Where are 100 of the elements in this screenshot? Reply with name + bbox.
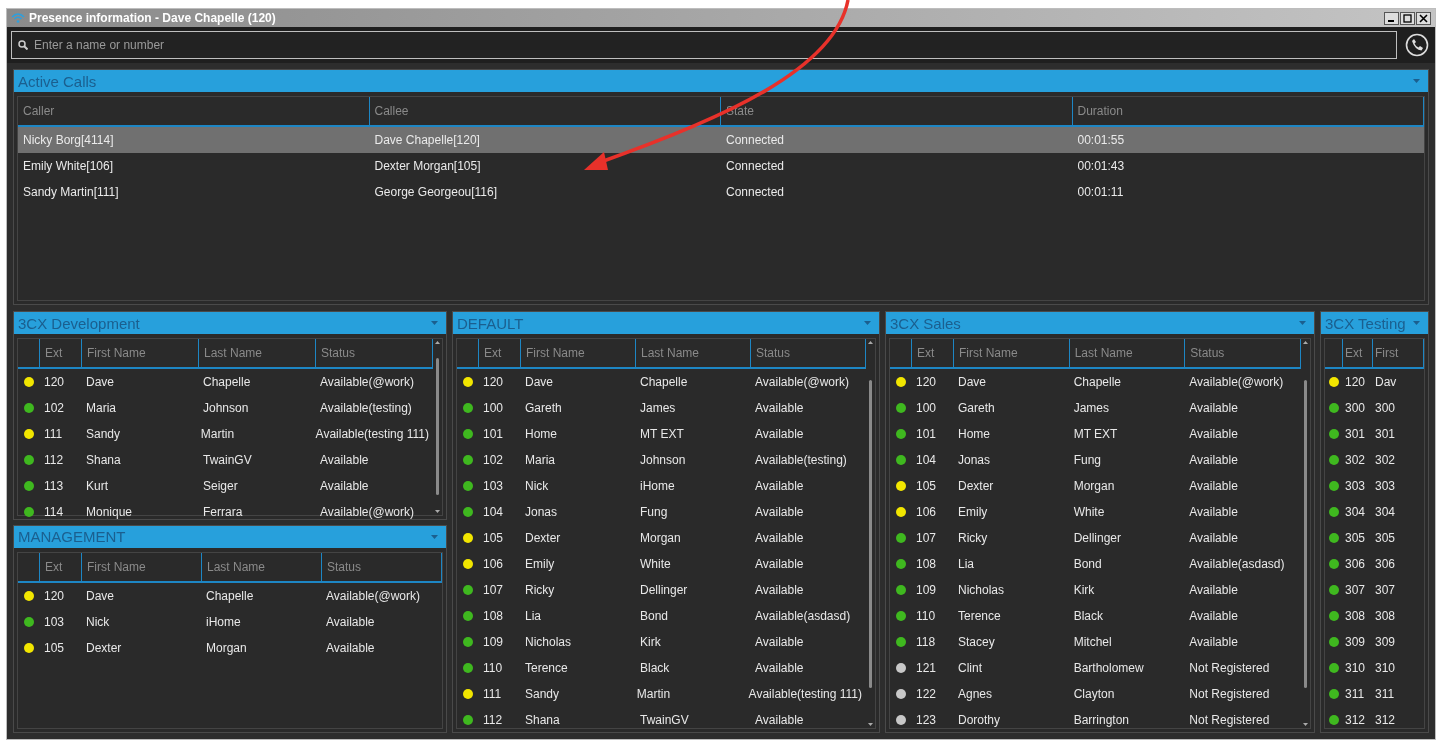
table-cell-text: Available <box>754 660 805 677</box>
table-cell-text: 113 <box>43 478 65 495</box>
column-header[interactable]: Status <box>322 552 442 581</box>
column-header[interactable]: Ext <box>40 552 82 581</box>
table-cell-text: Connected <box>725 158 786 175</box>
table-cell-text: Terence <box>957 608 1002 625</box>
table-cell-text: Terence <box>524 660 569 677</box>
table-cell-text: 308 <box>1374 608 1397 625</box>
active-calls-header[interactable]: Active Calls <box>14 70 1428 92</box>
table-cell-text: Available <box>1188 452 1239 469</box>
group-header[interactable]: 3CX Development <box>14 312 446 334</box>
maximize-icon[interactable] <box>1400 11 1415 25</box>
scroll-down-icon[interactable] <box>1303 723 1308 726</box>
table-cell-text: Mitchel <box>1072 634 1113 651</box>
table-cell-text: Chapelle <box>639 374 689 391</box>
table-cell-text: Lia <box>957 556 975 573</box>
column-header[interactable]: First <box>1373 339 1424 367</box>
table-cell-text: 108 <box>482 608 505 625</box>
table-cell-text: Maria <box>524 452 556 469</box>
minimize-icon[interactable] <box>1384 11 1399 25</box>
table-cell-text: Available <box>325 613 376 631</box>
column-header[interactable]: First Name <box>82 339 199 367</box>
table-cell-text: Available <box>1188 400 1239 417</box>
search-icon <box>18 40 28 50</box>
column-header[interactable]: Last Name <box>199 339 316 367</box>
table-cell-text: 302 <box>1374 452 1397 469</box>
table-cell-text: Bartholomew <box>1072 660 1145 677</box>
group-header[interactable]: 3CX Sales <box>886 312 1314 334</box>
table-cell-text: Lia <box>524 608 542 625</box>
table-cell-text: Maria <box>85 400 117 417</box>
table-cell-text: 308 <box>1344 608 1367 625</box>
table-cell-text: Sandy <box>524 686 561 703</box>
call-row[interactable]: Emily White[106] Dexter Morgan[105] Connected 00:01:43 <box>18 153 1424 179</box>
caret-icon <box>864 321 871 325</box>
scroll-up-icon[interactable] <box>868 341 873 344</box>
column-header[interactable]: Ext <box>40 339 82 367</box>
column-header[interactable]: Ext <box>912 339 954 367</box>
table-cell-text: Connected <box>725 184 786 201</box>
group-header[interactable]: 3CX Testing <box>1321 312 1428 334</box>
table-cell-text: Monique <box>85 504 134 519</box>
table-cell-text: Available <box>319 478 370 495</box>
table-cell-text: Available <box>754 634 805 651</box>
table-cell-text: TwainGV <box>639 712 690 729</box>
table-cell-text: Available <box>754 400 805 417</box>
column-header[interactable]: Status <box>1185 339 1301 367</box>
table-cell-text: Available(testing 111) <box>747 686 863 703</box>
table-cell-text: Shana <box>85 452 122 469</box>
table-cell-text: Fung <box>639 504 669 521</box>
table-cell-text: Nicholas <box>957 582 1006 599</box>
search-field[interactable]: Enter a name or number <box>11 31 1397 59</box>
table-cell-text: iHome <box>639 478 676 495</box>
column-header[interactable]: Last Name <box>1069 339 1186 367</box>
table-cell-text: 107 <box>482 582 505 599</box>
column-header[interactable]: First Name <box>954 339 1070 367</box>
scrollbar[interactable] <box>433 339 442 515</box>
wifi-icon <box>11 13 25 23</box>
table-cell-text: 120 <box>43 587 66 605</box>
table-cell-text: MT EXT <box>639 426 685 443</box>
column-header[interactable]: Ext <box>479 339 521 367</box>
table-cell-text: 123 <box>915 712 938 729</box>
column-header[interactable]: Status <box>751 339 866 367</box>
column-header[interactable]: Status <box>316 339 433 367</box>
table-cell-text: 114 <box>43 504 65 519</box>
group-header[interactable]: MANAGEMENT <box>14 525 446 548</box>
scrollbar[interactable] <box>1301 339 1310 728</box>
table-cell-text: Dave <box>85 374 115 391</box>
table-cell-text: Bond <box>639 608 670 625</box>
column-header[interactable]: Callee <box>369 97 721 125</box>
table-cell-text: Emily White[106] <box>22 158 115 175</box>
table-cell-text: Available <box>754 530 805 547</box>
scrollbar[interactable] <box>866 339 875 728</box>
table-cell-text: 104 <box>915 452 938 469</box>
column-header[interactable]: First Name <box>521 339 636 367</box>
table-cell-text: 100 <box>915 400 938 417</box>
column-header[interactable]: Last Name <box>636 339 751 367</box>
table-cell-text: 105 <box>43 639 66 657</box>
column-header[interactable]: Ext <box>1343 339 1373 367</box>
call-row[interactable]: Nicky Borg[4114] Dave Chapelle[120] Connected 00:01:55 <box>18 127 1424 153</box>
scroll-down-icon[interactable] <box>435 509 440 513</box>
table-cell-text: Available(@work) <box>325 587 421 605</box>
table-cell-text: 110 <box>482 660 504 677</box>
table-cell-text: 118 <box>915 634 937 651</box>
column-header[interactable]: Duration <box>1072 97 1424 125</box>
table-cell-text: Available <box>325 639 376 657</box>
column-header[interactable]: First Name <box>82 552 202 581</box>
scroll-up-icon[interactable] <box>1303 341 1308 344</box>
phone-icon[interactable] <box>1405 33 1429 57</box>
table-cell-text: 108 <box>915 556 938 573</box>
column-header[interactable]: Caller <box>18 97 370 125</box>
close-icon[interactable] <box>1416 11 1431 25</box>
table-cell-text: Chapelle <box>1072 374 1123 391</box>
call-row[interactable]: Sandy Martin[111] George Georgeou[116] Connected 00:01:11 <box>18 179 1424 205</box>
scroll-down-icon[interactable] <box>868 723 873 726</box>
table-cell-text: 102 <box>482 452 505 469</box>
scroll-up-icon[interactable] <box>435 341 440 344</box>
column-header[interactable]: Last Name <box>202 552 322 581</box>
table-cell-text: White <box>1072 504 1106 521</box>
table-cell-text: Available(testing) <box>754 452 848 469</box>
table-cell-text: Martin <box>199 426 236 443</box>
group-header[interactable]: DEFAULT <box>453 312 879 334</box>
